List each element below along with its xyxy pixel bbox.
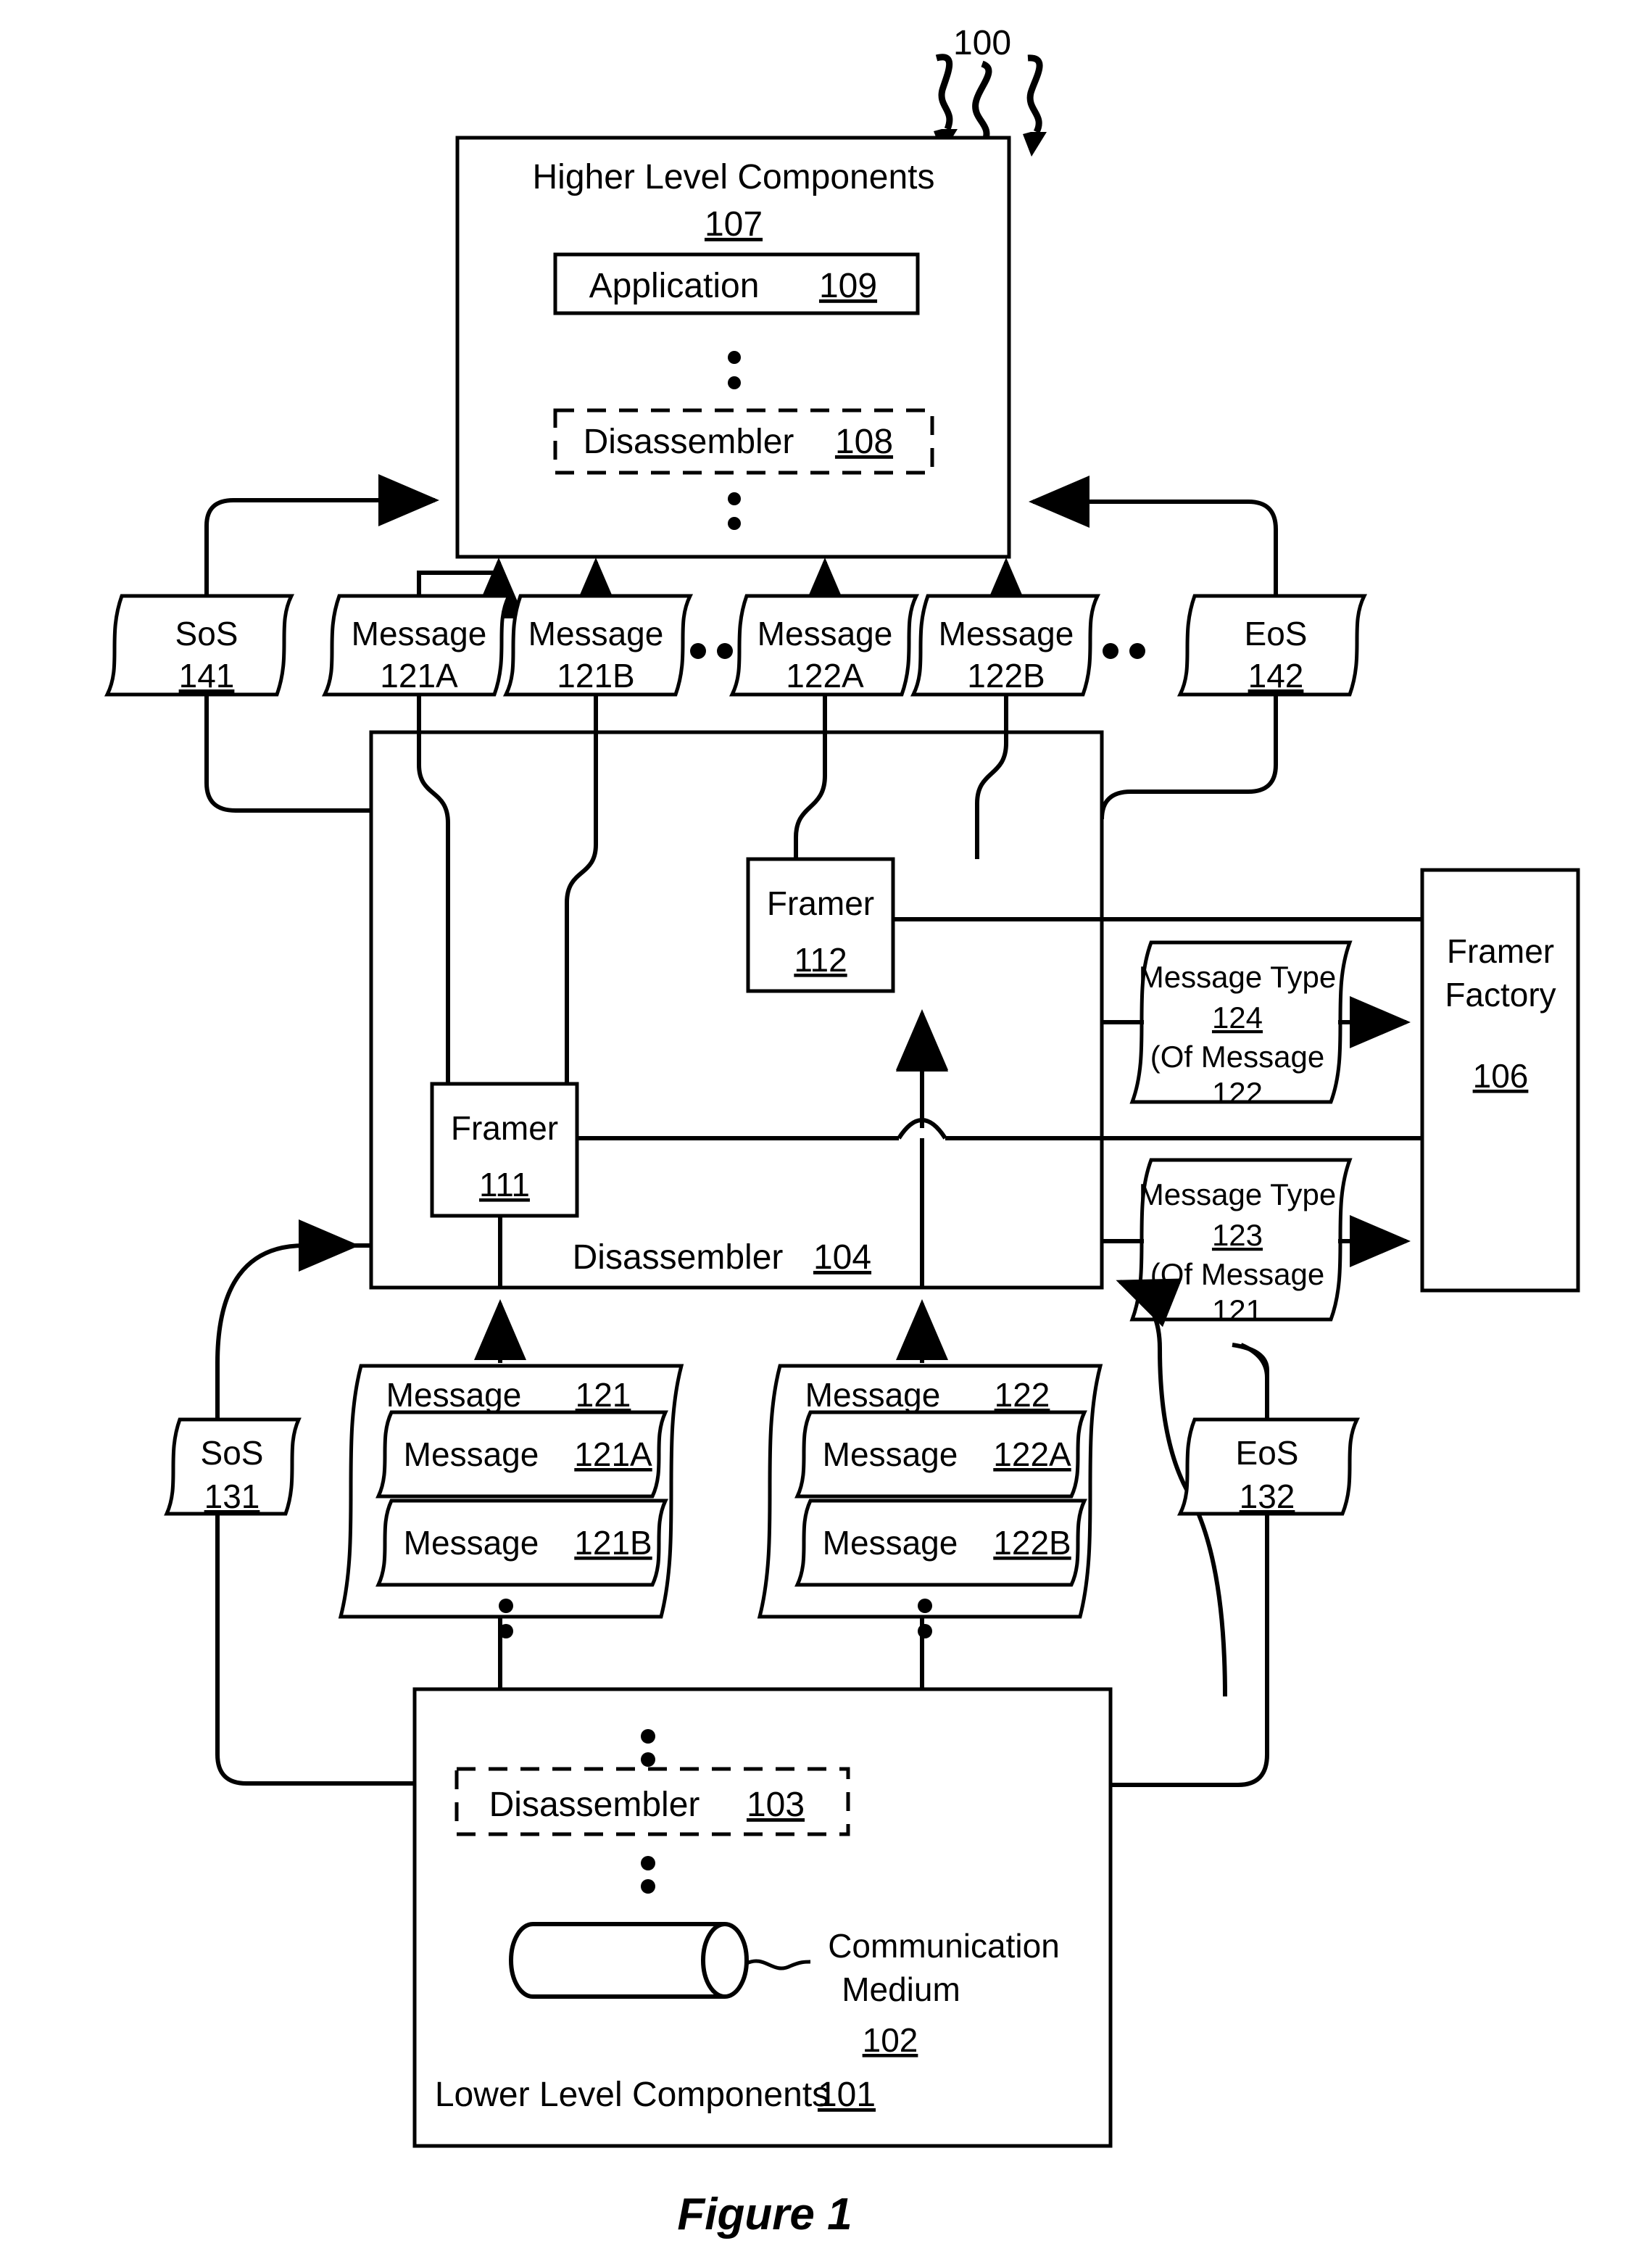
message-121b-sub-ref: 121B (574, 1524, 652, 1562)
higher-level-ref: 107 (705, 205, 763, 244)
message-121a-name: Message (352, 615, 487, 652)
disassembler-103-label: Disassembler (489, 1786, 700, 1824)
message-type-124-ref: 124 (1212, 1000, 1263, 1035)
lower-level-ref: 101 (818, 2076, 876, 2114)
disassembler-108-ref: 108 (835, 423, 893, 461)
sos-141-name: SoS (175, 615, 238, 652)
message-type-124-line4: 122 (1212, 1076, 1263, 1110)
message-type-123-line3: (Of Message (1150, 1257, 1324, 1291)
message-121a-sub-ref: 121A (574, 1435, 652, 1473)
communication-medium-ref: 102 (863, 2021, 918, 2059)
message-122a-label: Message (823, 1435, 958, 1473)
message-121b-ref: 121B (557, 657, 634, 695)
communication-medium-line2: Medium (842, 1970, 960, 2008)
message-122a-ref: 122A (786, 657, 864, 695)
message-122b-label: Message (823, 1524, 958, 1562)
eos-132-name: EoS (1236, 1434, 1299, 1472)
disassembler-108-label: Disassembler (584, 423, 794, 461)
message-121-label: Message (386, 1376, 522, 1414)
message-122-label: Message (805, 1376, 941, 1414)
eos-132-ref: 132 (1240, 1478, 1295, 1515)
message-type-124-title: Message Type (1139, 960, 1336, 994)
sos-141-ref: 141 (179, 657, 235, 695)
communication-medium-line1: Communication (828, 1927, 1060, 1965)
lower-level-title: Lower Level Components (435, 2076, 829, 2114)
sos-131-ref: 131 (204, 1478, 260, 1515)
framer-111-label: Framer (451, 1109, 558, 1147)
message-121a-ref: 121A (380, 657, 458, 695)
figure-caption: Figure 1 (677, 2189, 852, 2239)
message-type-123-title: Message Type (1139, 1177, 1336, 1211)
disassembler-104-ref: 104 (813, 1238, 871, 1277)
eos-142-name: EoS (1245, 615, 1308, 652)
framer-factory-ref: 106 (1473, 1057, 1529, 1095)
message-122a-sub-ref: 122A (993, 1435, 1071, 1473)
message-121-ref: 121 (576, 1376, 631, 1414)
sos-131-name: SoS (201, 1434, 264, 1472)
application-ref: 109 (819, 267, 877, 305)
message-type-123-ref: 123 (1212, 1218, 1263, 1252)
message-122a-name: Message (757, 615, 893, 652)
framer-factory-line2: Factory (1445, 976, 1556, 1014)
framer-112-ref: 112 (794, 941, 847, 979)
message-122b-sub-ref: 122B (993, 1524, 1071, 1562)
framer-111-ref: 111 (479, 1166, 530, 1203)
disassembler-103-ref: 103 (747, 1786, 805, 1824)
framer-factory-line1: Framer (1447, 932, 1554, 970)
message-122b-name: Message (939, 615, 1074, 652)
message-121a-label: Message (404, 1435, 539, 1473)
message-121b-name: Message (528, 615, 664, 652)
higher-level-title: Higher Level Components (533, 158, 935, 196)
application-label: Application (589, 267, 760, 305)
framer-112-label: Framer (767, 884, 874, 922)
disassembler-104-label: Disassembler (573, 1238, 784, 1277)
system-ref-label: 100 (953, 24, 1011, 62)
eos-142-ref: 142 (1248, 657, 1304, 695)
figure-page: 100 Higher Level Components 107 Applicat… (0, 0, 1652, 2267)
message-type-124-line3: (Of Message (1150, 1040, 1324, 1074)
message-122b-ref: 122B (967, 657, 1045, 695)
message-122-ref: 122 (995, 1376, 1050, 1414)
message-type-123-line4: 121 (1212, 1293, 1263, 1327)
message-121b-label: Message (404, 1524, 539, 1562)
